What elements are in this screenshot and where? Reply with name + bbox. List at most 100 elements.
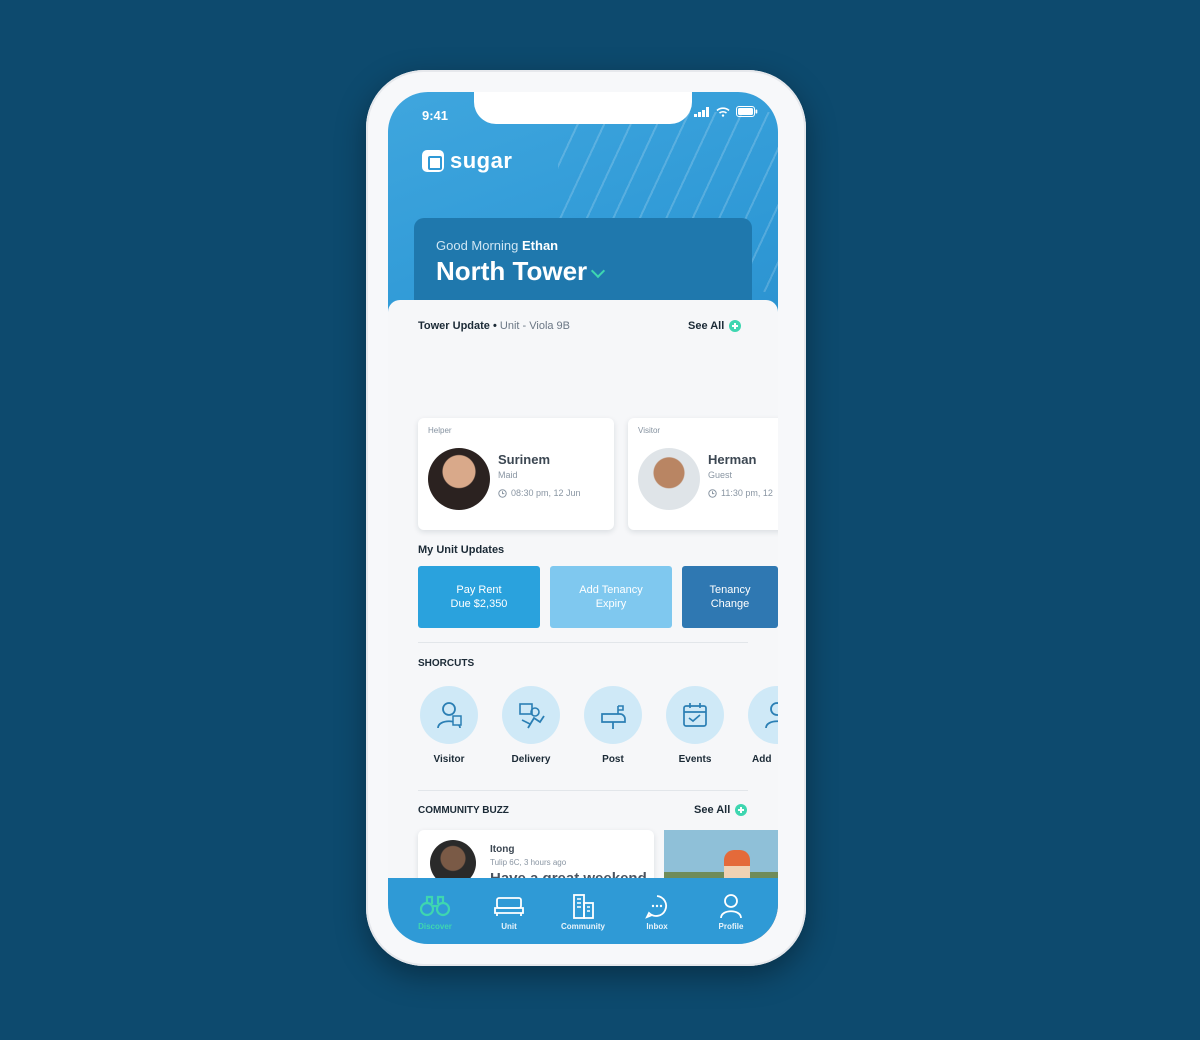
tab-community[interactable]: Community xyxy=(550,892,616,931)
shortcut-delivery[interactable]: Delivery xyxy=(496,686,566,765)
avatar xyxy=(638,448,700,510)
logo-mark-icon xyxy=(422,150,444,172)
person-relation: Guest xyxy=(708,470,733,480)
post-time: Tulip 6C, 3 hours ago xyxy=(490,858,567,867)
delivery-glyph xyxy=(519,703,545,729)
bottom-tab-bar: Discover Unit Community Inbox Profile xyxy=(388,878,778,944)
phone-notch xyxy=(474,92,692,124)
unit-button-line2: Expiry xyxy=(595,598,627,610)
user-name: Ethan xyxy=(522,238,559,253)
building-icon xyxy=(550,892,616,920)
tab-label: Community xyxy=(561,921,605,931)
add-icon xyxy=(748,686,778,744)
unit-updates-title: My Unit Updates xyxy=(418,544,505,556)
person-time: 08:30 pm, 12 Jun xyxy=(498,488,581,498)
unit-button-line1: Tenancy xyxy=(709,584,751,596)
tenancy-change-button[interactable]: Tenancy Change xyxy=(682,566,778,628)
person-time-text: 11:30 pm, 12 xyxy=(721,488,773,498)
avatar xyxy=(428,448,490,510)
greeting-text: Good Morning xyxy=(436,238,519,253)
shortcut-label: Post xyxy=(602,754,624,765)
unit-button-line2: Due $2,350 xyxy=(450,598,508,610)
tower-name: North Tower xyxy=(436,256,588,286)
tower-update-label: Tower Update xyxy=(418,320,490,332)
shortcuts-title: SHORCUTS xyxy=(418,658,475,669)
bed-icon xyxy=(476,892,542,920)
tab-inbox[interactable]: Inbox xyxy=(624,892,690,931)
tab-label: Profile xyxy=(718,921,744,931)
status-icons xyxy=(694,106,758,117)
person-card-visitor[interactable]: Visitor Herman Guest 11:30 pm, 12 xyxy=(628,418,778,530)
unit-button-line1: Pay Rent xyxy=(456,584,502,596)
person-time-text: 08:30 pm, 12 Jun xyxy=(511,488,581,498)
post-user: Itong xyxy=(490,844,515,855)
community-title: COMMUNITY BUZZ xyxy=(418,805,509,816)
shortcut-add[interactable]: Add xyxy=(742,686,778,765)
person-relation: Maid xyxy=(498,470,518,480)
post-glyph xyxy=(601,705,626,729)
phone-frame: 9:41 sugar Good Morning Ethan North Towe… xyxy=(366,70,806,966)
section-divider xyxy=(418,642,748,643)
plus-circle-icon xyxy=(735,804,748,816)
tab-label: Inbox xyxy=(646,921,668,931)
tab-label: Discover xyxy=(418,921,452,931)
delivery-icon xyxy=(502,686,560,744)
tab-profile[interactable]: Profile xyxy=(698,892,764,931)
tower-update-title: Tower Update • Unit - Viola 9B xyxy=(418,320,570,332)
app-screen: 9:41 sugar Good Morning Ethan North Towe… xyxy=(388,92,778,944)
unit-button-text: Add Tenancy Expiry xyxy=(579,583,642,611)
unit-button-line1: Add Tenancy xyxy=(579,584,643,596)
logo-text: sugar xyxy=(450,148,513,173)
battery-icon xyxy=(736,106,758,117)
tab-label: Unit xyxy=(501,921,517,931)
content-panel: Tower Update • Unit - Viola 9B See All H… xyxy=(388,300,778,944)
add-tenancy-expiry-button[interactable]: Add Tenancy Expiry xyxy=(550,566,672,628)
visitor-icon xyxy=(420,686,478,744)
tower-update-unit: Unit - Viola 9B xyxy=(499,320,571,332)
unit-button-text: Pay Rent Due $2,350 xyxy=(451,583,508,611)
unit-button-line2: Change xyxy=(710,598,750,610)
unit-button-text: Tenancy Change xyxy=(710,583,751,611)
person-role: Visitor xyxy=(638,426,661,435)
section-divider xyxy=(418,790,748,791)
plus-circle-icon xyxy=(729,320,742,332)
greeting-line: Good Morning Ethan xyxy=(436,238,558,253)
app-logo: sugar xyxy=(422,148,512,174)
see-all-label: See All xyxy=(688,320,725,332)
person-name: Surinem xyxy=(498,452,551,467)
shortcut-post[interactable]: Post xyxy=(578,686,648,765)
chevron-down-icon xyxy=(591,263,606,278)
shortcut-visitor[interactable]: Visitor xyxy=(414,686,484,765)
binoculars-icon xyxy=(402,892,468,920)
community-see-all[interactable]: See All xyxy=(694,804,748,816)
signal-icon xyxy=(694,106,709,117)
shortcut-events[interactable]: Events xyxy=(660,686,730,765)
greeting-card: Good Morning Ethan North Tower xyxy=(414,218,752,308)
tab-unit[interactable]: Unit xyxy=(476,892,542,931)
shortcut-label: Events xyxy=(678,754,712,765)
tower-selector[interactable]: North Tower xyxy=(436,256,606,287)
chat-icon xyxy=(624,892,690,920)
visitor-glyph xyxy=(437,702,462,729)
person-name: Herman xyxy=(708,452,757,467)
tower-update-separator: • xyxy=(492,320,497,332)
events-glyph xyxy=(683,703,707,727)
person-icon xyxy=(698,892,764,920)
person-role: Helper xyxy=(428,426,452,435)
events-icon xyxy=(666,686,724,744)
status-time: 9:41 xyxy=(422,108,449,123)
add-glyph xyxy=(765,702,778,729)
tab-discover[interactable]: Discover xyxy=(402,892,468,931)
shortcut-label: Delivery xyxy=(511,754,551,765)
tower-update-see-all[interactable]: See All xyxy=(688,320,742,332)
pay-rent-button[interactable]: Pay Rent Due $2,350 xyxy=(418,566,540,628)
shortcut-label: Visitor xyxy=(433,754,465,765)
person-card-helper[interactable]: Helper Surinem Maid 08:30 pm, 12 Jun xyxy=(418,418,614,530)
post-icon xyxy=(584,686,642,744)
wifi-icon xyxy=(716,106,730,117)
clock-icon xyxy=(498,488,507,498)
person-time: 11:30 pm, 12 xyxy=(708,488,773,498)
clock-icon xyxy=(708,488,717,498)
see-all-label: See All xyxy=(694,804,731,816)
shortcut-label: Add xyxy=(752,754,772,765)
